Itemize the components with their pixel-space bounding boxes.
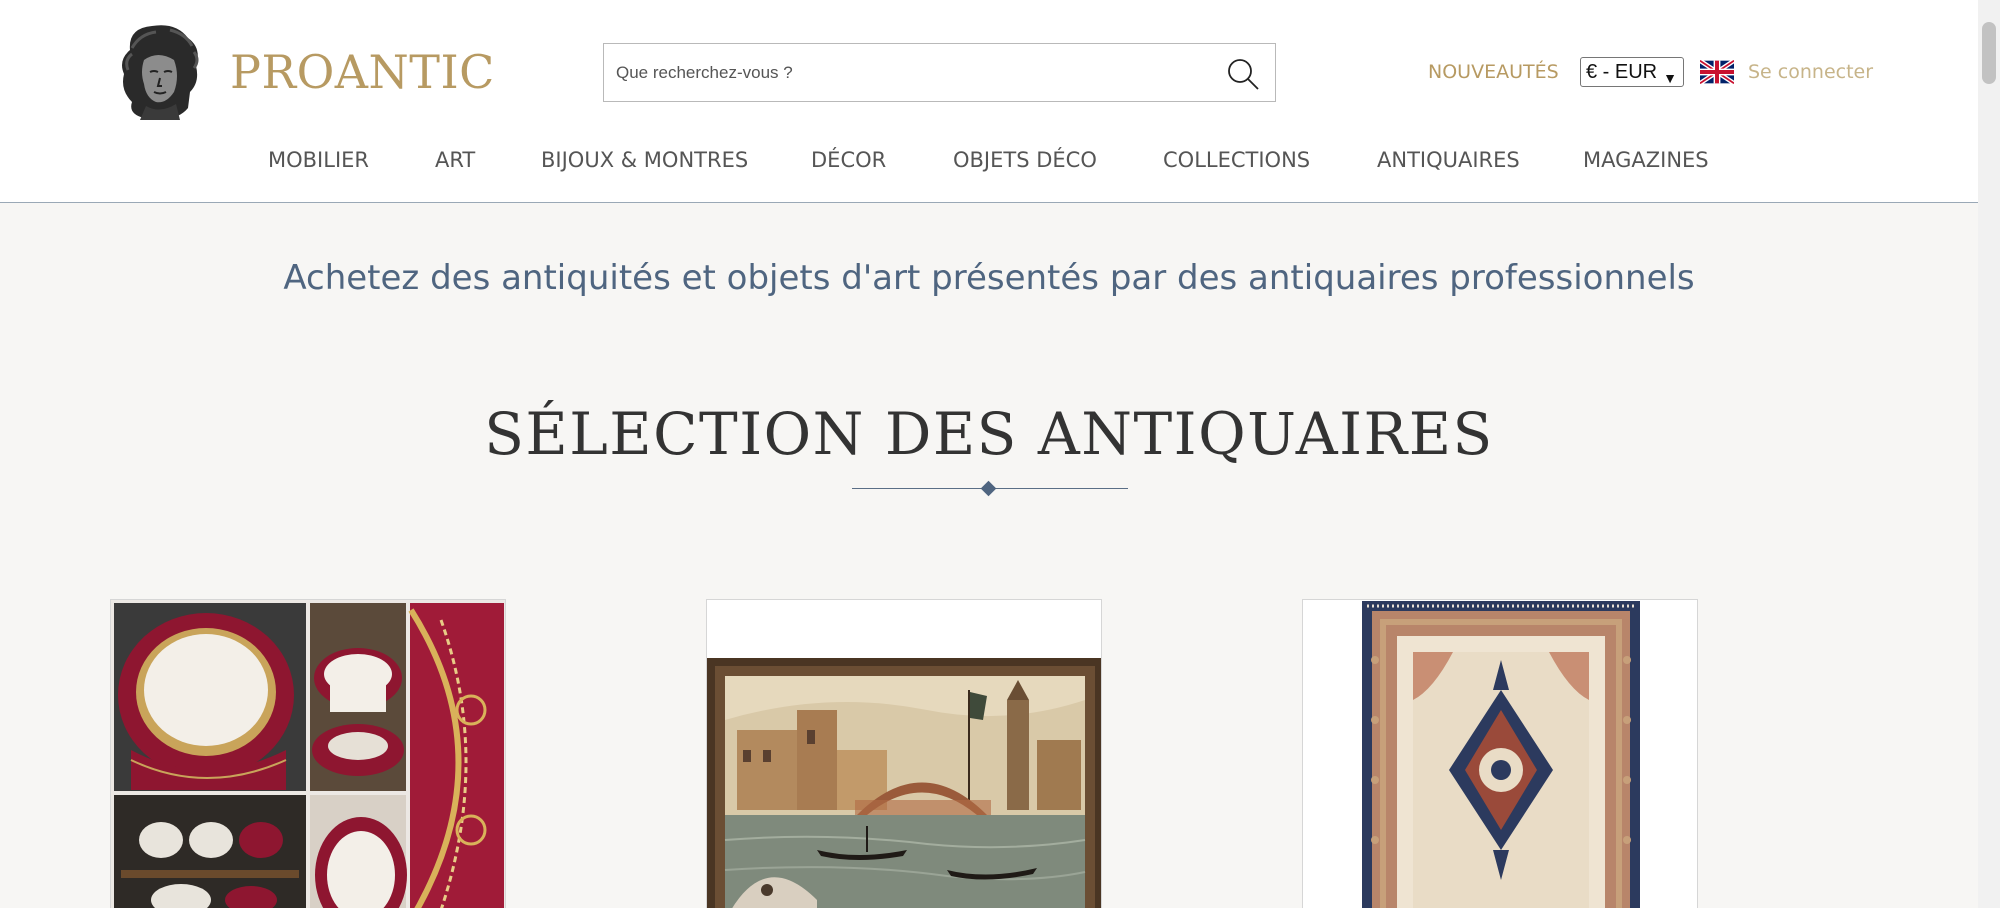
currency-selected-value: € - EUR — [1586, 61, 1658, 83]
scrollbar-thumb[interactable] — [1982, 22, 1996, 84]
main-nav: MOBILIER ART BIJOUX & MONTRES DÉCOR OBJE… — [0, 148, 1978, 180]
venice-canal-painting-image — [707, 600, 1101, 908]
chevron-down-icon: ▼ — [1663, 70, 1677, 86]
page-scrollbar[interactable] — [1978, 0, 2000, 908]
nav-item-mobilier[interactable]: MOBILIER — [268, 148, 369, 172]
currency-select[interactable]: € - EUR ▼ — [1580, 57, 1684, 87]
nav-item-art[interactable]: ART — [435, 148, 475, 172]
product-card[interactable] — [110, 599, 506, 908]
bust-logo-icon — [122, 25, 199, 121]
page-tagline: Achetez des antiquités et objets d'art p… — [283, 258, 1695, 298]
product-card[interactable] — [1302, 599, 1698, 908]
search-box — [603, 43, 1276, 102]
site-header: PROANTIC NOUVEAUTÉS € - EUR ▼ Se connect… — [0, 0, 1978, 203]
nav-item-objets-deco[interactable]: OBJETS DÉCO — [953, 148, 1097, 172]
nav-item-collections[interactable]: COLLECTIONS — [1163, 148, 1310, 172]
search-icon[interactable] — [1225, 56, 1261, 92]
login-link[interactable]: Se connecter — [1748, 61, 1873, 83]
nouveautes-link[interactable]: NOUVEAUTÉS — [1428, 61, 1559, 83]
search-input[interactable] — [616, 44, 1206, 101]
nav-item-bijoux-montres[interactable]: BIJOUX & MONTRES — [541, 148, 748, 172]
logo-text: PROANTIC — [230, 45, 495, 99]
logo-link[interactable]: PROANTIC — [110, 20, 495, 124]
nav-item-magazines[interactable]: MAGAZINES — [1583, 148, 1709, 172]
divider-diamond-icon — [980, 480, 997, 497]
persian-rug-image — [1303, 600, 1697, 908]
uk-flag-icon[interactable] — [1700, 60, 1734, 84]
section-title: SÉLECTION DES ANTIQUAIRES — [484, 400, 1494, 468]
porcelain-dinner-service-image — [111, 600, 505, 908]
nav-item-antiquaires[interactable]: ANTIQUAIRES — [1377, 148, 1520, 172]
product-card[interactable] — [706, 599, 1102, 908]
nav-item-decor[interactable]: DÉCOR — [811, 148, 886, 172]
